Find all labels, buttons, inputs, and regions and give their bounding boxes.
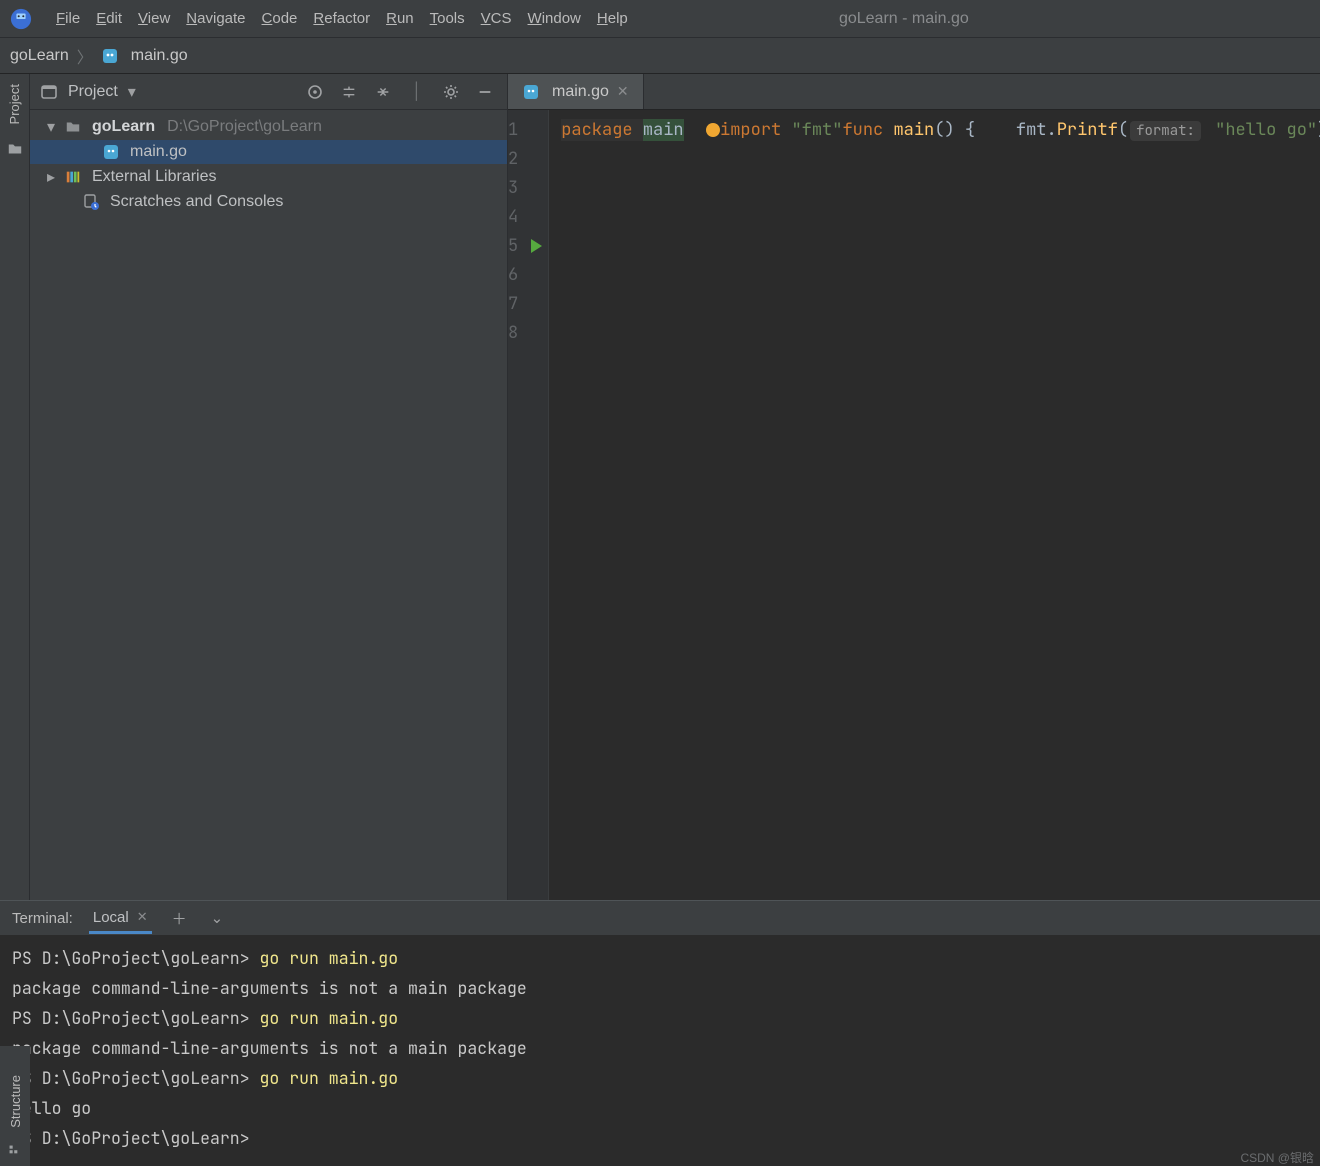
tree-external-label: External Libraries <box>92 168 217 186</box>
expand-all-icon[interactable] <box>337 80 361 104</box>
menu-item-file[interactable]: File <box>48 6 88 31</box>
terminal-tab[interactable]: Local ✕ <box>89 903 152 934</box>
tree-row-external[interactable]: ▸ External Libraries <box>30 164 507 190</box>
menu-item-run[interactable]: Run <box>378 6 422 31</box>
structure-tool-button[interactable]: Structure <box>8 1071 23 1132</box>
gutter-line[interactable]: 6 <box>508 261 548 290</box>
target-icon[interactable] <box>303 80 327 104</box>
menu-item-navigate[interactable]: Navigate <box>178 6 253 31</box>
close-icon[interactable]: ✕ <box>617 83 629 100</box>
chevron-right-icon[interactable]: ▸ <box>44 167 58 187</box>
terminal-output[interactable]: PS D:\GoProject\goLearn> go run main.gop… <box>0 935 1320 1166</box>
app-logo-icon <box>10 8 32 30</box>
terminal-line: package command-line-arguments is not a … <box>12 1033 1308 1063</box>
gutter[interactable]: 12345678 <box>508 110 549 900</box>
collapse-all-icon[interactable] <box>371 80 395 104</box>
menu-item-code[interactable]: Code <box>254 6 306 31</box>
tree-row-file[interactable]: main.go <box>30 140 507 164</box>
menu-item-view[interactable]: View <box>130 6 178 31</box>
project-pane: Project ▾ │ ▾ goLearn D:\GoProject\goLea… <box>30 74 508 900</box>
chevron-right-icon: 〉 <box>77 44 93 68</box>
left-bottom-rail: Structure <box>0 1046 30 1166</box>
go-file-icon <box>522 83 540 101</box>
run-gutter-icon[interactable] <box>531 239 542 253</box>
code-editor[interactable]: 12345678 package main import "fmt"func m… <box>508 110 1320 900</box>
gutter-line[interactable]: 4 <box>508 203 548 232</box>
folder-icon <box>64 118 82 136</box>
project-header: Project ▾ │ <box>30 74 507 110</box>
tree-root-label: goLearn <box>92 118 155 136</box>
project-tool-button[interactable]: Project <box>7 80 22 128</box>
gutter-line[interactable]: 2 <box>508 145 548 174</box>
intention-bulb-icon[interactable] <box>706 123 720 137</box>
terminal-line: package command-line-arguments is not a … <box>12 973 1308 1003</box>
tree-row-scratches[interactable]: Scratches and Consoles <box>30 190 507 214</box>
breadcrumb-bar: goLearn 〉 main.go <box>0 38 1320 74</box>
terminal-line: PS D:\GoProject\goLearn> <box>12 1123 1308 1153</box>
gutter-line[interactable]: 3 <box>508 174 548 203</box>
chevron-down-icon[interactable]: ▾ <box>44 117 58 137</box>
main-area: Project Project ▾ │ ▾ goLearn D:\G <box>0 74 1320 900</box>
dropdown-arrow-icon[interactable]: ▾ <box>128 82 136 102</box>
scratch-icon <box>82 193 100 211</box>
new-terminal-icon[interactable]: ＋ <box>168 904 191 933</box>
editor-area: main.go ✕ 12345678 package main import "… <box>508 74 1320 900</box>
terminal-header: Terminal: Local ✕ ＋ ⌄ <box>0 901 1320 935</box>
editor-tab-label: main.go <box>552 83 609 101</box>
project-header-title: Project <box>68 83 118 101</box>
gear-icon[interactable] <box>439 80 463 104</box>
library-icon <box>64 168 82 186</box>
go-file-icon <box>101 47 119 65</box>
gutter-line[interactable]: 7 <box>508 290 548 319</box>
gutter-line[interactable]: 1 <box>508 116 548 145</box>
go-file-icon <box>102 143 120 161</box>
menu-item-tools[interactable]: Tools <box>422 6 473 31</box>
folder-icon[interactable] <box>6 140 24 158</box>
structure-icon[interactable] <box>6 1142 24 1160</box>
menu-bar: FileEditViewNavigateCodeRefactorRunTools… <box>0 0 1320 38</box>
project-tree[interactable]: ▾ goLearn D:\GoProject\goLearn main.go ▸… <box>30 110 507 900</box>
watermark-text: CSDN @银晗 <box>1240 1149 1314 1166</box>
window-title: goLearn - main.go <box>498 10 1310 28</box>
breadcrumb-root[interactable]: goLearn <box>10 47 69 65</box>
close-icon[interactable]: ✕ <box>137 909 148 925</box>
tree-file-label: main.go <box>130 143 187 161</box>
left-tool-rail: Project <box>0 74 30 900</box>
editor-tab-bar: main.go ✕ <box>508 74 1320 110</box>
tree-scratches-label: Scratches and Consoles <box>110 193 283 211</box>
terminal-title: Terminal: <box>12 910 73 927</box>
hide-icon[interactable] <box>473 80 497 104</box>
terminal-dropdown-icon[interactable]: ⌄ <box>207 905 228 931</box>
terminal-line: PS D:\GoProject\goLearn> go run main.go <box>12 1003 1308 1033</box>
menu-item-refactor[interactable]: Refactor <box>305 6 378 31</box>
menu-item-edit[interactable]: Edit <box>88 6 130 31</box>
project-view-icon <box>40 83 58 101</box>
breadcrumb-file[interactable]: main.go <box>131 47 188 65</box>
code-lines[interactable]: package main import "fmt"func main() { f… <box>549 110 1320 900</box>
tree-row-root[interactable]: ▾ goLearn D:\GoProject\goLearn <box>30 114 507 140</box>
terminal-line: PS D:\GoProject\goLearn> go run main.go <box>12 1063 1308 1093</box>
tree-root-path: D:\GoProject\goLearn <box>167 118 322 136</box>
terminal-panel: Terminal: Local ✕ ＋ ⌄ PS D:\GoProject\go… <box>0 900 1320 1166</box>
terminal-line: hello go <box>12 1093 1308 1123</box>
terminal-line: PS D:\GoProject\goLearn> go run main.go <box>12 943 1308 973</box>
terminal-tab-label: Local <box>93 909 129 926</box>
editor-tab[interactable]: main.go ✕ <box>508 74 644 109</box>
gutter-line[interactable]: 8 <box>508 319 548 348</box>
